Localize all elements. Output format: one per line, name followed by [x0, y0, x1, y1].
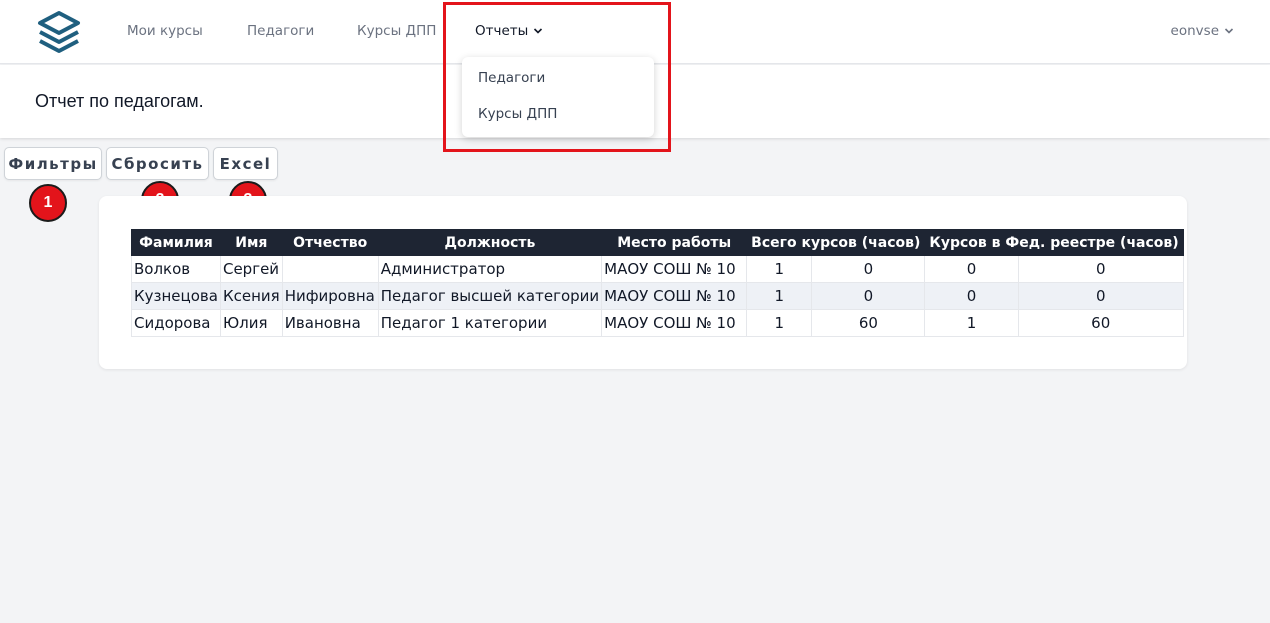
cell-lastname: Волков [131, 255, 221, 283]
cell-total-hours: 0 [811, 282, 926, 310]
table-row: Сидорова Юлия Ивановна Педагог 1 категор… [131, 309, 1184, 337]
user-menu[interactable]: eonvse [1171, 23, 1234, 39]
column-header-position: Должность [377, 229, 603, 256]
column-header-total-courses: Всего курсов (часов) [746, 229, 926, 256]
column-header-workplace: Место работы [601, 229, 748, 256]
table-row: Волков Сергей Администратор МАОУ СОШ № 1… [131, 255, 1184, 283]
cell-patronymic: Ивановна [281, 309, 379, 337]
column-header-fed-registry: Курсов в Фед. реестре (часов) [924, 229, 1184, 256]
excel-button[interactable]: Excel [213, 147, 278, 180]
cell-position: Администратор [377, 255, 603, 283]
cell-position: Педагог 1 категории [377, 309, 603, 337]
cell-firstname: Сергей [219, 255, 283, 283]
cell-total-count: 1 [746, 309, 813, 337]
table-row: Кузнецова Ксения Нифировна Педагог высше… [131, 282, 1184, 310]
filters-button[interactable]: Фильтры [4, 147, 102, 180]
page-title: Отчет по педагогам. [35, 91, 204, 111]
cell-patronymic: Нифировна [281, 282, 379, 310]
report-table: Фамилия Имя Отчество Должность Место раб… [131, 229, 1184, 337]
cell-lastname: Кузнецова [131, 282, 221, 310]
top-navbar: Мои курсы Педагоги Курсы ДПП Отчеты eonv… [0, 0, 1270, 64]
table-header-row: Фамилия Имя Отчество Должность Место раб… [131, 229, 1184, 256]
cell-fed-hours: 0 [1017, 255, 1184, 283]
nav-dpp-courses[interactable]: Курсы ДПП [357, 23, 436, 39]
cell-patronymic [281, 255, 379, 283]
cell-firstname: Ксения [219, 282, 283, 310]
cell-lastname: Сидорова [131, 309, 221, 337]
cell-fed-count: 0 [924, 282, 1019, 310]
cell-firstname: Юлия [219, 309, 283, 337]
nav-my-courses[interactable]: Мои курсы [127, 23, 203, 39]
cell-workplace: МАОУ СОШ № 10 [601, 282, 748, 310]
cell-total-count: 1 [746, 282, 813, 310]
dropdown-item-dpp-courses[interactable]: Курсы ДПП [478, 106, 557, 122]
user-name: eonvse [1170, 23, 1219, 39]
cell-fed-count: 1 [924, 309, 1019, 337]
chevron-down-icon [534, 28, 543, 34]
column-header-patronymic: Отчество [281, 229, 379, 256]
cell-workplace: МАОУ СОШ № 10 [601, 309, 748, 337]
cell-fed-hours: 0 [1017, 282, 1184, 310]
dropdown-item-teachers[interactable]: Педагоги [478, 70, 545, 86]
cell-fed-count: 0 [924, 255, 1019, 283]
column-header-firstname: Имя [219, 229, 283, 256]
nav-reports-dropdown[interactable]: Отчеты [475, 23, 543, 39]
cell-workplace: МАОУ СОШ № 10 [601, 255, 748, 283]
cell-total-hours: 60 [811, 309, 926, 337]
annotation-badge-1: 1 [29, 184, 67, 222]
stack-logo-icon[interactable] [36, 10, 82, 54]
cell-total-hours: 0 [811, 255, 926, 283]
cell-fed-hours: 60 [1017, 309, 1184, 337]
nav-teachers[interactable]: Педагоги [247, 23, 314, 39]
column-header-lastname: Фамилия [131, 229, 221, 256]
reset-button[interactable]: Сбросить [106, 147, 209, 180]
cell-total-count: 1 [746, 255, 813, 283]
cell-position: Педагог высшей категории [377, 282, 603, 310]
reports-dropdown-menu: Педагоги Курсы ДПП [462, 57, 654, 137]
chevron-down-icon [1224, 28, 1234, 34]
nav-reports-label: Отчеты [475, 23, 529, 39]
